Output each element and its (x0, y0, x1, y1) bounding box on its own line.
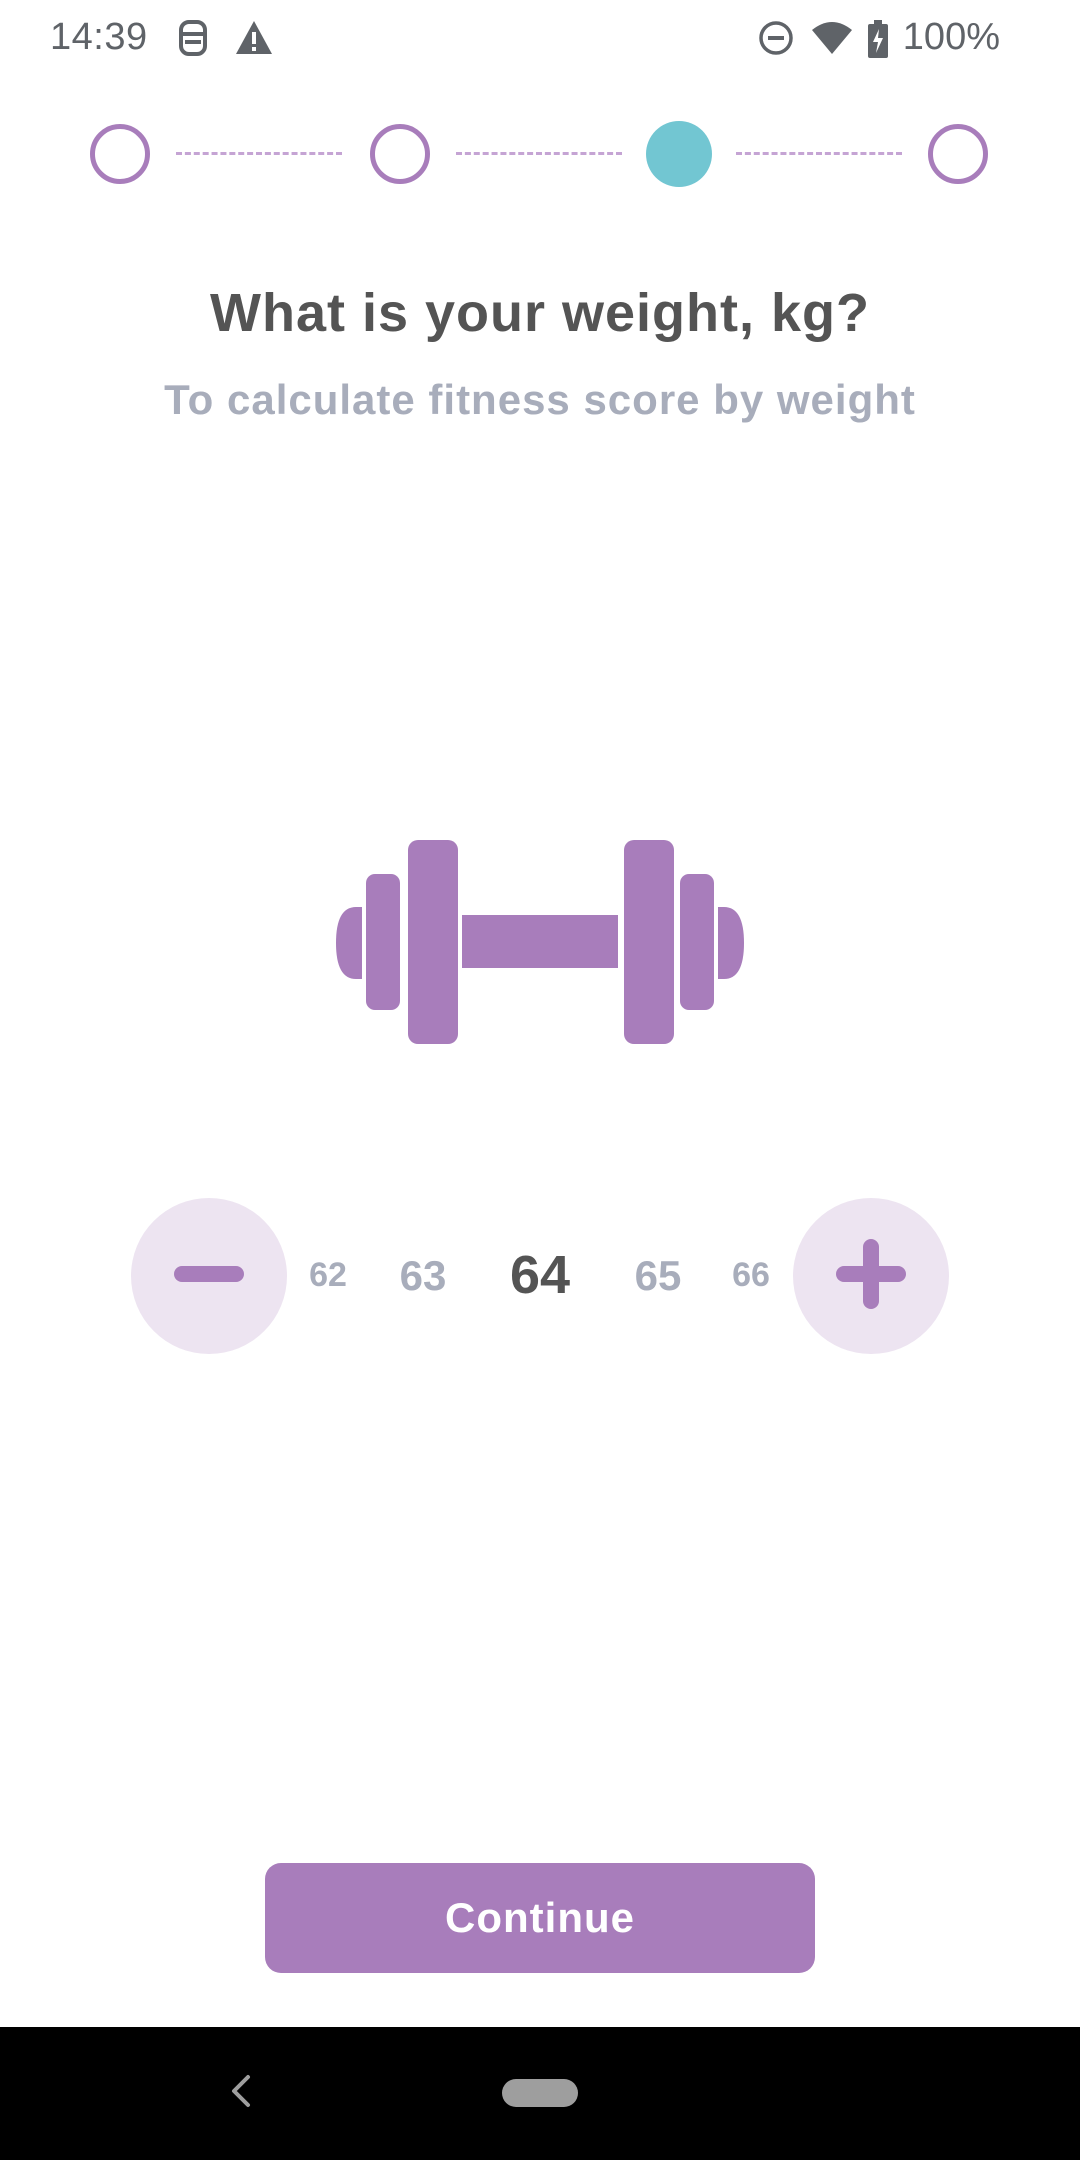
weight-option[interactable]: 63 (400, 1252, 447, 1300)
increase-weight-button[interactable] (793, 1198, 949, 1354)
page-title: What is your weight, kg? (209, 283, 871, 343)
weight-option[interactable]: 65 (635, 1252, 682, 1300)
step-connector (736, 152, 902, 155)
step-1-indicator (90, 124, 150, 184)
step-connector (176, 152, 342, 155)
weight-option[interactable]: 66 (732, 1256, 770, 1295)
dumbbell-icon (334, 838, 746, 1048)
wifi-icon (810, 18, 854, 63)
face-id-icon (176, 18, 210, 65)
system-nav-bar (0, 2027, 1080, 2160)
page-subtitle: To calculate fitness score by weight (164, 376, 916, 423)
decrease-weight-button[interactable] (131, 1198, 287, 1354)
status-bar: 14:39 100% (0, 0, 1080, 80)
weight-picker: 62 63 64 65 66 (131, 1198, 949, 1354)
do-not-disturb-icon (757, 18, 795, 61)
battery-charging-icon (866, 18, 890, 65)
warning-icon (234, 18, 274, 63)
status-time: 14:39 (50, 16, 148, 58)
back-icon[interactable] (222, 2071, 262, 2111)
step-3-indicator-active (646, 121, 712, 187)
minus-icon (174, 1264, 244, 1289)
plus-icon (836, 1238, 906, 1314)
step-2-indicator (370, 124, 430, 184)
progress-stepper (0, 121, 1080, 187)
home-pill-icon[interactable] (502, 2079, 578, 2107)
continue-button[interactable]: Continue (265, 1863, 815, 1973)
weight-option[interactable]: 62 (309, 1256, 347, 1295)
weight-selected-value[interactable]: 64 (510, 1244, 570, 1306)
battery-percent: 100% (902, 16, 1000, 58)
step-connector (456, 152, 622, 155)
step-4-indicator (928, 124, 988, 184)
